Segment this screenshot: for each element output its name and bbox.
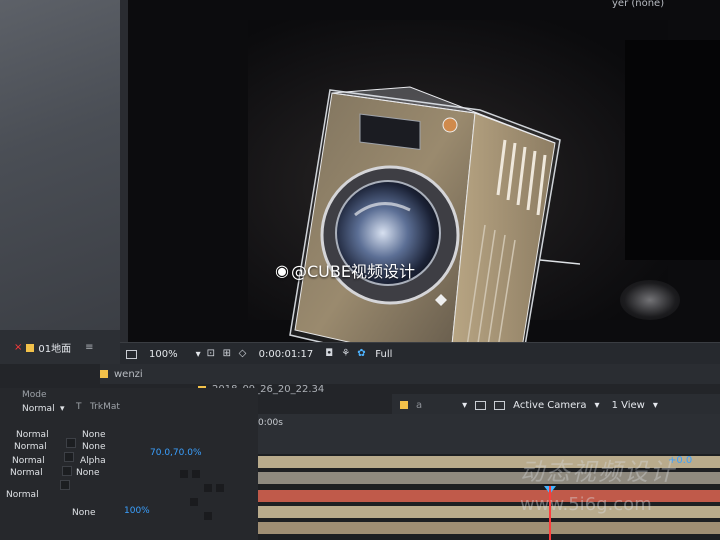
camera-value: Active Camera xyxy=(513,399,587,411)
chevron-down-icon: ▾ xyxy=(594,399,600,411)
switch-box[interactable] xyxy=(190,498,198,506)
camera-dropdown[interactable]: Active Camera ▾ xyxy=(513,400,599,411)
side-panel xyxy=(625,40,720,260)
layer-mode[interactable]: Normal xyxy=(14,442,47,452)
opacity-value[interactable]: 100% xyxy=(124,506,150,516)
tab-composition-label: 01地面 xyxy=(38,344,72,355)
switch-box[interactable] xyxy=(192,470,200,478)
layer-trkmat[interactable]: None xyxy=(82,442,105,452)
item-color-swatch xyxy=(100,370,108,378)
chevron-down-icon: ▾ xyxy=(60,404,65,414)
switch-box[interactable] xyxy=(216,484,224,492)
layer-trkmat[interactable]: Alpha xyxy=(80,456,106,466)
close-icon[interactable]: × xyxy=(14,342,22,353)
timecode[interactable]: 0:00:01:17 xyxy=(259,349,314,360)
switch-box[interactable] xyxy=(60,480,70,490)
layer-label: yer (none) xyxy=(612,0,665,9)
views-value: 1 View xyxy=(611,399,645,411)
switch-box[interactable] xyxy=(180,470,188,478)
timeline-header: wenzi xyxy=(100,364,720,384)
layer-mode[interactable]: Normal xyxy=(16,430,49,440)
ruler-start: 0:00s xyxy=(258,418,283,428)
camera-icon[interactable]: ◘ xyxy=(325,349,335,359)
view-layout-icon[interactable] xyxy=(475,400,487,410)
weibo-icon: ◉ xyxy=(275,260,289,280)
weibo-handle: @CUBE视频设计 xyxy=(290,262,415,281)
views-dropdown[interactable]: 1 View ▾ xyxy=(612,400,658,411)
switch-box[interactable] xyxy=(64,452,74,462)
color-wheel-icon[interactable]: ✿ xyxy=(357,349,367,359)
checker-icon[interactable] xyxy=(494,400,506,410)
comp-name-short: a xyxy=(416,399,423,411)
layer-row[interactable]: Normal ▾ xyxy=(0,404,258,416)
tab-composition[interactable]: × 01地面 ≡ xyxy=(14,340,94,355)
washing-machine-render xyxy=(289,86,580,376)
switch-box[interactable] xyxy=(204,512,212,520)
layer-row[interactable]: Normal Alpha xyxy=(0,456,258,468)
light-blob xyxy=(620,280,680,320)
layer-bar[interactable] xyxy=(258,522,720,534)
zoom-dropdown[interactable]: 100% ▾ xyxy=(149,349,201,360)
switch-box[interactable] xyxy=(62,466,72,476)
time-ruler[interactable] xyxy=(258,414,720,454)
layer-mode[interactable]: Normal xyxy=(6,490,39,500)
weibo-watermark: ◉ @CUBE视频设计 xyxy=(275,258,415,282)
header-item-label: wenzi xyxy=(114,368,143,380)
watermark-cn: 动态视频设计 xyxy=(520,458,676,486)
screen: yer (none) ◉ @CUBE视频设计 × 01地面 ≡ 100% ▾ ⊡… xyxy=(0,0,720,540)
viewer-lock-icon[interactable]: ▾ xyxy=(462,400,467,411)
mode-column-header: Mode xyxy=(22,390,47,400)
viewer-toolbar: 100% ▾ ⊡ ⊞ ◇ 0:00:01:17 ◘ ⚘ ✿ Full xyxy=(120,342,720,365)
layer-row[interactable]: Normal None xyxy=(0,442,258,454)
resolution-dropdown[interactable]: Full xyxy=(375,349,392,360)
layer-mode[interactable]: Normal xyxy=(12,456,45,466)
mask-icon[interactable]: ◇ xyxy=(239,349,249,359)
switch-box[interactable] xyxy=(204,484,212,492)
layer-mode[interactable]: Normal xyxy=(10,468,43,478)
layer-trkmat[interactable]: None xyxy=(76,468,99,478)
zoom-value: 100% xyxy=(149,348,178,360)
layer-row[interactable]: Normal None xyxy=(0,430,258,442)
grid-icon[interactable]: ⊞ xyxy=(223,349,233,359)
scale-value[interactable]: 70.0,70.0% xyxy=(150,448,202,458)
snapshot-icon[interactable] xyxy=(126,349,137,359)
channel-icon[interactable]: ⚘ xyxy=(341,349,351,359)
comp-name-swatch xyxy=(400,401,408,409)
resolution-value: Full xyxy=(375,348,393,360)
layer-mode[interactable]: Normal xyxy=(22,404,55,414)
layer-trkmat[interactable]: None xyxy=(82,430,105,440)
layer-row[interactable]: Normal None xyxy=(0,468,258,480)
watermark-url: www.5i6g.com xyxy=(520,494,652,515)
view-controls: a ▾ Active Camera ▾ 1 View ▾ xyxy=(392,394,720,416)
comp-color-swatch xyxy=(26,343,35,352)
layer-mode[interactable]: None xyxy=(72,508,95,518)
chevron-down-icon: ▾ xyxy=(195,348,201,360)
chevron-down-icon: ▾ xyxy=(652,399,658,411)
switch-box[interactable] xyxy=(66,438,76,448)
region-icon[interactable]: ⊡ xyxy=(207,349,217,359)
panel-menu-icon[interactable]: ≡ xyxy=(85,342,93,353)
